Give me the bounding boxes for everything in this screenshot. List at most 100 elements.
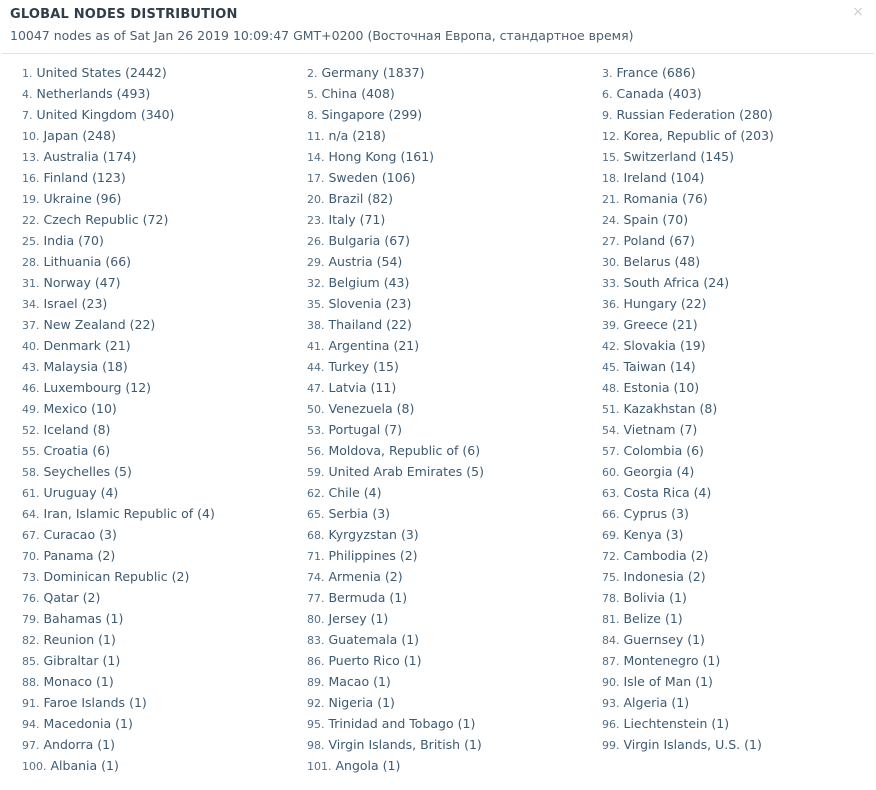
node-count: (21) bbox=[671, 317, 698, 332]
node-count: (1) bbox=[382, 758, 401, 773]
list-item: 49. Mexico (10) bbox=[10, 398, 295, 419]
node-rank: 39. bbox=[602, 319, 620, 332]
list-item: 11. n/a (218) bbox=[295, 125, 590, 146]
list-item: 71. Philippines (2) bbox=[295, 545, 590, 566]
node-country-name: Taiwan bbox=[623, 359, 666, 374]
list-item: 31. Norway (47) bbox=[10, 272, 295, 293]
node-rank: 8. bbox=[307, 109, 318, 122]
node-rank: 47. bbox=[307, 382, 325, 395]
node-country-name: Portugal bbox=[328, 422, 381, 437]
node-country-name: Seychelles bbox=[43, 464, 111, 479]
node-rank: 44. bbox=[307, 361, 325, 374]
node-country-name: Nigeria bbox=[328, 695, 374, 710]
node-count: (4) bbox=[197, 506, 215, 521]
node-country-name: Venezuela bbox=[328, 401, 393, 416]
node-count: (8) bbox=[699, 401, 718, 416]
node-country-name: Korea, Republic of bbox=[623, 128, 737, 143]
list-item: 75. Indonesia (2) bbox=[590, 566, 866, 587]
node-count: (248) bbox=[82, 128, 116, 143]
node-rank: 71. bbox=[307, 550, 325, 563]
list-item: 3. France (686) bbox=[590, 62, 866, 83]
node-count: (2) bbox=[82, 590, 101, 605]
list-item: 24. Spain (70) bbox=[590, 209, 866, 230]
node-country-name: Guernsey bbox=[623, 632, 684, 647]
node-rank: 72. bbox=[602, 550, 620, 563]
node-count: (408) bbox=[361, 86, 395, 101]
node-country-name: United Arab Emirates bbox=[328, 464, 463, 479]
list-item: 81. Belize (1) bbox=[590, 608, 866, 629]
list-item: 74. Armenia (2) bbox=[295, 566, 590, 587]
node-count: (2442) bbox=[125, 65, 167, 80]
node-distribution-list: 1. United States (2442) 2. Germany (1837)… bbox=[10, 62, 866, 776]
node-rank: 7. bbox=[22, 109, 33, 122]
list-item: 94. Macedonia (1) bbox=[10, 713, 295, 734]
list-item: 50. Venezuela (8) bbox=[295, 398, 590, 419]
node-country-name: Croatia bbox=[43, 443, 89, 458]
node-rank: 36. bbox=[602, 298, 620, 311]
node-count: (71) bbox=[359, 212, 386, 227]
node-rank: 60. bbox=[602, 466, 620, 479]
list-item: 90. Isle of Man (1) bbox=[590, 671, 866, 692]
node-count: (18) bbox=[102, 359, 128, 374]
node-country-name: Serbia bbox=[328, 506, 369, 521]
node-country-name: Japan bbox=[43, 128, 79, 143]
list-item: 86. Puerto Rico (1) bbox=[295, 650, 590, 671]
node-count: (1) bbox=[97, 737, 115, 752]
list-item: 4. Netherlands (493) bbox=[10, 83, 295, 104]
node-rank: 34. bbox=[22, 298, 40, 311]
node-country-name: Romania bbox=[623, 191, 679, 206]
list-item: 39. Greece (21) bbox=[590, 314, 866, 335]
node-country-name: Dominican Republic bbox=[43, 569, 168, 584]
list-item: 28. Lithuania (66) bbox=[10, 251, 295, 272]
node-country-name: Hungary bbox=[623, 296, 677, 311]
node-count: (1) bbox=[373, 674, 391, 689]
list-item: 9. Russian Federation (280) bbox=[590, 104, 866, 125]
close-icon[interactable]: × bbox=[850, 4, 866, 20]
list-item: 21. Romania (76) bbox=[590, 188, 866, 209]
node-rank: 43. bbox=[22, 361, 40, 374]
node-rank: 73. bbox=[22, 571, 40, 584]
node-rank: 70. bbox=[22, 550, 40, 563]
node-country-name: Germany bbox=[321, 65, 379, 80]
list-item: 25. India (70) bbox=[10, 230, 295, 251]
node-rank: 89. bbox=[307, 676, 325, 689]
list-item: 6. Canada (403) bbox=[590, 83, 866, 104]
node-country-name: Macao bbox=[328, 674, 370, 689]
node-count: (340) bbox=[140, 107, 175, 122]
node-count: (22) bbox=[680, 296, 707, 311]
node-country-name: Faroe Islands bbox=[43, 695, 126, 710]
node-country-name: Virgin Islands, U.S. bbox=[623, 737, 741, 752]
node-count: (2) bbox=[97, 548, 116, 563]
list-item: 83. Guatemala (1) bbox=[295, 629, 590, 650]
list-item: 43. Malaysia (18) bbox=[10, 356, 295, 377]
node-count: (1) bbox=[702, 653, 721, 668]
node-count: (66) bbox=[105, 254, 132, 269]
node-country-name: Spain bbox=[623, 212, 659, 227]
node-country-name: Qatar bbox=[43, 590, 79, 605]
node-count: (72) bbox=[142, 212, 169, 227]
node-rank: 74. bbox=[307, 571, 325, 584]
node-rank: 18. bbox=[602, 172, 620, 185]
node-country-name: Philippines bbox=[328, 548, 396, 563]
list-item: 92. Nigeria (1) bbox=[295, 692, 590, 713]
node-rank: 45. bbox=[602, 361, 620, 374]
node-count: (174) bbox=[102, 149, 137, 164]
node-count: (7) bbox=[384, 422, 402, 437]
node-country-name: Bahamas bbox=[43, 611, 102, 626]
node-country-name: Georgia bbox=[623, 464, 673, 479]
node-rank: 49. bbox=[22, 403, 40, 416]
node-rank: 79. bbox=[22, 613, 40, 626]
node-count: (686) bbox=[662, 65, 696, 80]
node-rank: 14. bbox=[307, 151, 325, 164]
node-rank: 93. bbox=[602, 697, 620, 710]
list-item: 34. Israel (23) bbox=[10, 293, 295, 314]
node-rank: 68. bbox=[307, 529, 325, 542]
list-item: 87. Montenegro (1) bbox=[590, 650, 866, 671]
node-count: (1) bbox=[98, 632, 116, 647]
node-country-name: New Zealand bbox=[43, 317, 126, 332]
node-rank: 41. bbox=[307, 340, 325, 353]
node-country-name: Albania bbox=[50, 758, 98, 773]
node-rank: 32. bbox=[307, 277, 325, 290]
list-item: 99. Virgin Islands, U.S. (1) bbox=[590, 734, 866, 755]
list-item: 60. Georgia (4) bbox=[590, 461, 866, 482]
